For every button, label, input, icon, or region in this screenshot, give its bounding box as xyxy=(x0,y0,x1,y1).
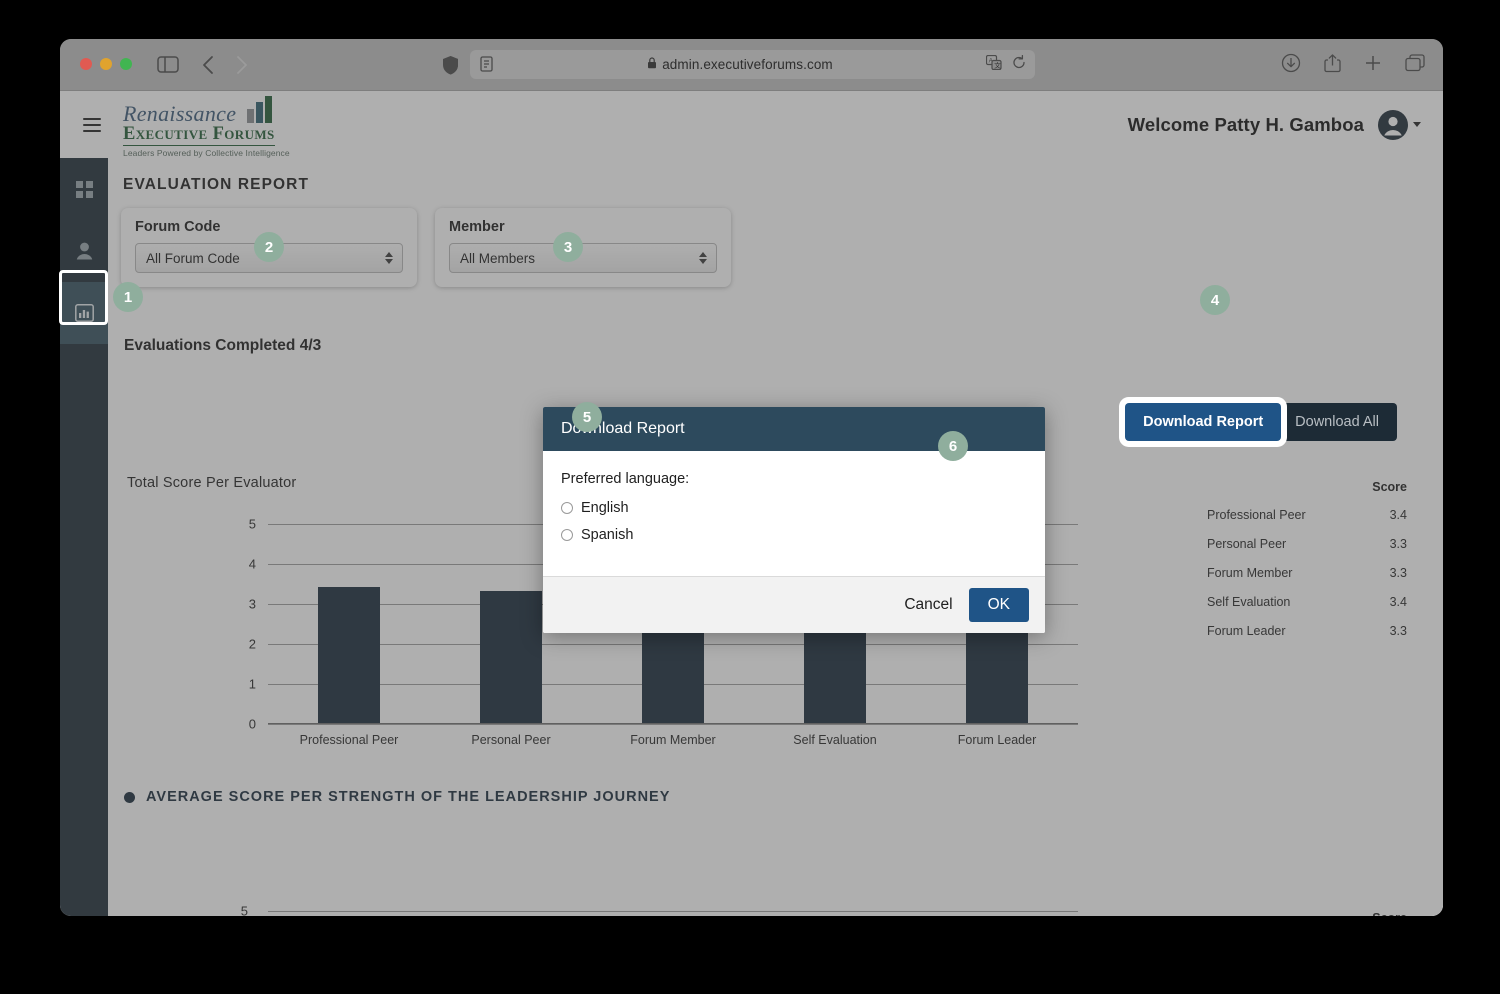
browser-window: admin.executiveforums.com A文 Renaissance… xyxy=(60,39,1443,916)
language-option-english[interactable]: English xyxy=(561,500,1027,516)
maximize-window-button[interactable] xyxy=(120,58,132,70)
reload-icon[interactable] xyxy=(1012,54,1026,75)
lock-icon xyxy=(647,57,657,72)
svg-text:文: 文 xyxy=(994,60,1001,69)
download-all-button[interactable]: Download All xyxy=(1277,403,1397,441)
forward-button[interactable] xyxy=(232,53,252,77)
back-button[interactable] xyxy=(198,53,218,77)
language-option-english-label: English xyxy=(581,500,629,516)
preferred-language-label: Preferred language: xyxy=(561,471,690,487)
language-option-spanish-label: Spanish xyxy=(581,527,634,543)
address-bar[interactable]: admin.executiveforums.com A文 xyxy=(470,50,1035,79)
web-page: Renaissance Executive Forums Leaders Pow… xyxy=(60,91,1443,916)
window-controls xyxy=(80,58,132,70)
translate-icon[interactable]: A文 xyxy=(985,54,1002,75)
annotation-badge-4: 4 xyxy=(1200,285,1230,315)
tab-overview-icon[interactable] xyxy=(1405,54,1425,77)
close-window-button[interactable] xyxy=(80,58,92,70)
url-host: admin.executiveforums.com xyxy=(662,57,833,72)
download-report-button[interactable]: Download Report xyxy=(1125,403,1282,441)
radio-icon[interactable] xyxy=(561,502,573,514)
dialog-body: Preferred language: English Spanish xyxy=(543,451,1045,576)
annotation-badge-6: 6 xyxy=(938,431,968,461)
url-text-group[interactable]: admin.executiveforums.com xyxy=(494,57,986,72)
dialog-title: Download Report xyxy=(543,407,1045,451)
download-report-dialog: Download Report Preferred language: Engl… xyxy=(543,407,1045,633)
annotation-badge-2: 2 xyxy=(254,232,284,262)
cancel-button[interactable]: Cancel xyxy=(904,596,952,614)
share-icon[interactable] xyxy=(1324,53,1341,78)
dialog-footer: Cancel OK xyxy=(543,576,1045,633)
shield-icon[interactable] xyxy=(440,53,460,77)
address-bar-actions: A文 xyxy=(985,54,1026,75)
screen: admin.executiveforums.com A文 Renaissance… xyxy=(0,0,1500,994)
annotation-badge-1: 1 xyxy=(113,282,143,312)
focus-ring-sidebar-reports xyxy=(59,270,108,325)
browser-toolbar: admin.executiveforums.com A文 xyxy=(60,39,1443,91)
download-button-group: Download Report Download All xyxy=(1125,403,1397,441)
language-option-spanish[interactable]: Spanish xyxy=(561,527,1027,543)
annotation-badge-3: 3 xyxy=(553,232,583,262)
ok-button[interactable]: OK xyxy=(968,588,1029,622)
radio-icon[interactable] xyxy=(561,529,573,541)
minimize-window-button[interactable] xyxy=(100,58,112,70)
reader-view-icon[interactable] xyxy=(480,56,494,73)
toolbar-actions xyxy=(1281,53,1425,78)
sidebar-toggle-icon[interactable] xyxy=(156,53,180,75)
new-tab-icon[interactable] xyxy=(1364,54,1382,77)
annotation-badge-5: 5 xyxy=(572,402,602,432)
downloads-icon[interactable] xyxy=(1281,53,1301,78)
